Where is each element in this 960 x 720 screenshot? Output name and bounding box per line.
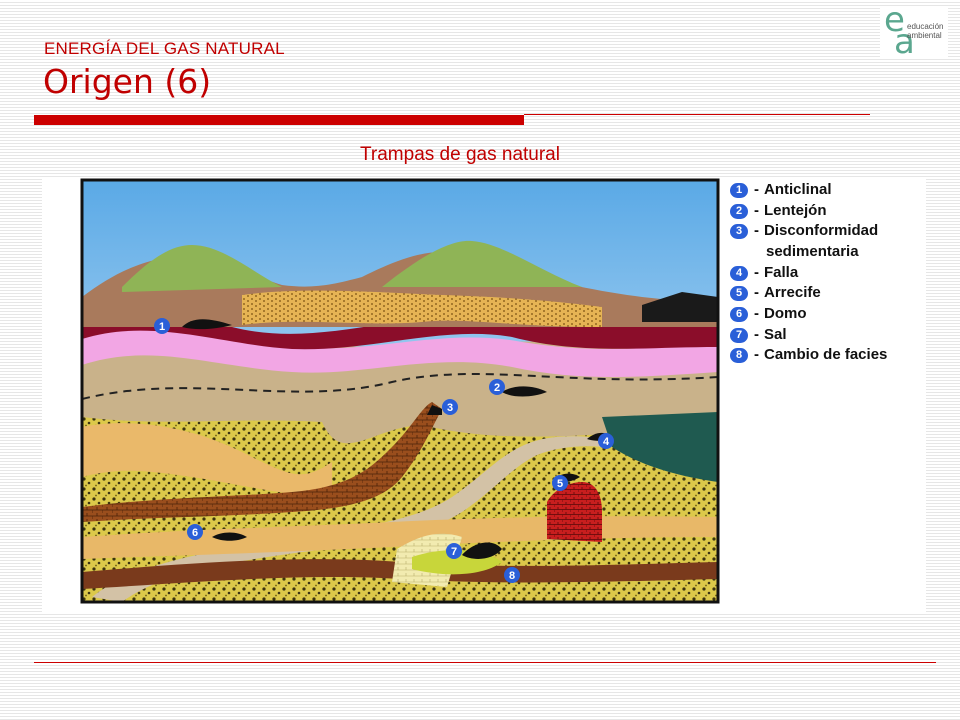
legend-label: Lentejón xyxy=(764,201,827,219)
legend-label: Disconformidad xyxy=(764,222,879,240)
title-underline-thin xyxy=(524,114,870,115)
marker-6: 6 xyxy=(187,524,203,540)
title-underline-thick xyxy=(34,115,524,125)
slide-subtitle: ENERGÍA DEL GAS NATURAL xyxy=(44,39,285,58)
slide-title: Origen (6) xyxy=(43,62,212,101)
svg-text:8: 8 xyxy=(509,570,515,582)
footer-divider xyxy=(34,662,936,663)
diagram-title: Trampas de gas natural xyxy=(360,144,560,165)
legend-label-continuation: sedimentaria xyxy=(766,242,859,260)
marker-5: 5 xyxy=(552,475,568,491)
svg-text:6: 6 xyxy=(192,527,198,539)
svg-text:3: 3 xyxy=(447,402,453,414)
svg-text:7: 7 xyxy=(451,546,457,558)
legend-label: Sal xyxy=(764,325,787,343)
marker-7: 7 xyxy=(446,543,462,559)
logo-text-line2: ambiental xyxy=(907,31,942,40)
marker-3: 3 xyxy=(442,399,458,415)
legend-number: 2 xyxy=(730,203,748,219)
marker-4: 4 xyxy=(598,433,614,449)
svg-text:2: 2 xyxy=(494,382,500,394)
legend-item: 3 - Disconformidad xyxy=(730,222,930,242)
marker-8: 8 xyxy=(504,567,520,583)
legend-label: Arrecife xyxy=(764,284,821,302)
legend-label: Falla xyxy=(764,263,799,281)
marker-2: 2 xyxy=(489,379,505,395)
legend-item: 4 - Falla xyxy=(730,264,930,284)
legend: 1 - Anticlinal 2 - Lentejón 3 - Disconformi… xyxy=(730,181,930,367)
legend-number: 5 xyxy=(730,286,748,302)
legend-number: 7 xyxy=(730,327,748,343)
svg-text:1: 1 xyxy=(159,321,165,333)
svg-text:4: 4 xyxy=(603,436,610,448)
svg-text:5: 5 xyxy=(557,478,563,490)
marker-1: 1 xyxy=(154,318,170,334)
legend-number: 6 xyxy=(730,306,748,322)
legend-label: Anticlinal xyxy=(764,181,832,198)
geology-cross-section: 1 2 3 4 5 6 7 8 xyxy=(80,178,720,604)
logo: e a educación ambiental xyxy=(880,0,948,62)
legend-label: Cambio de facies xyxy=(764,346,888,364)
legend-number: 1 xyxy=(730,183,748,198)
legend-number: 8 xyxy=(730,348,748,364)
logo-text-line1: educación xyxy=(907,22,944,31)
legend-label: Domo xyxy=(764,304,807,322)
legend-item: 5 - Arrecife xyxy=(730,284,930,304)
legend-item: 1 - Anticlinal xyxy=(730,181,930,201)
legend-number: 4 xyxy=(730,265,748,281)
legend-item: 6 - Domo xyxy=(730,305,930,325)
legend-item: 8 - Cambio de facies xyxy=(730,346,930,366)
legend-number: 3 xyxy=(730,224,748,240)
legend-item: 7 - Sal xyxy=(730,326,930,346)
legend-item: 2 - Lentejón xyxy=(730,202,930,222)
